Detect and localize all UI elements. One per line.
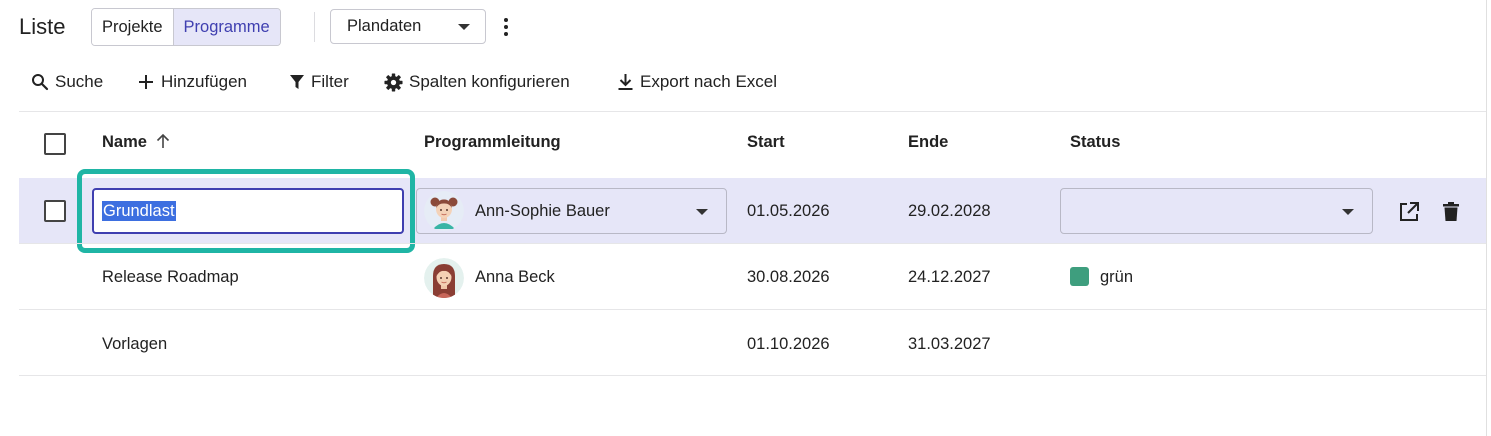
row-name[interactable]: Release Roadmap bbox=[102, 268, 239, 287]
plus-icon bbox=[139, 75, 153, 89]
avatar-anna-beck bbox=[424, 258, 464, 298]
chevron-down-icon bbox=[1342, 209, 1354, 215]
kebab-menu-icon[interactable] bbox=[499, 15, 513, 39]
column-header-lead[interactable]: Programmleitung bbox=[424, 133, 561, 152]
filter-label: Filter bbox=[311, 72, 349, 91]
row-end-date: 31.03.2027 bbox=[908, 335, 991, 353]
column-header-start[interactable]: Start bbox=[747, 133, 785, 152]
add-button[interactable]: Hinzufügen bbox=[137, 70, 247, 94]
row-divider bbox=[19, 309, 1486, 310]
search-label: Suche bbox=[55, 72, 104, 91]
export-excel-button[interactable]: Export nach Excel bbox=[617, 70, 777, 94]
segment-projekte[interactable]: Projekte bbox=[92, 9, 173, 45]
export-excel-label: Export nach Excel bbox=[640, 72, 778, 91]
column-header-name[interactable]: Name bbox=[102, 133, 170, 152]
view-select-value: Plandaten bbox=[347, 17, 422, 35]
name-edit-input[interactable]: Grundlast bbox=[92, 188, 404, 234]
status-color-swatch bbox=[1070, 267, 1089, 286]
row-divider bbox=[19, 375, 1486, 376]
add-label: Hinzufügen bbox=[161, 72, 248, 91]
chevron-down-icon bbox=[696, 209, 708, 215]
row-name[interactable]: Vorlagen bbox=[102, 335, 167, 354]
column-header-end[interactable]: Ende bbox=[908, 133, 948, 152]
header-divider bbox=[314, 12, 315, 42]
status-select[interactable] bbox=[1060, 188, 1373, 234]
avatar-ann-sophie-bauer bbox=[424, 191, 464, 231]
row-status: grün bbox=[1100, 268, 1134, 286]
row-end-date: 24.12.2027 bbox=[908, 268, 991, 286]
row-lead: Anna Beck bbox=[475, 268, 555, 286]
page-title: Liste bbox=[19, 14, 66, 39]
open-external-icon[interactable] bbox=[1398, 201, 1420, 223]
gear-icon bbox=[384, 72, 403, 92]
row-start-date: 01.10.2026 bbox=[747, 335, 830, 353]
row-checkbox[interactable] bbox=[44, 200, 66, 222]
row-lead: Ann-Sophie Bauer bbox=[475, 202, 610, 220]
row-divider bbox=[19, 243, 1486, 244]
column-header-status[interactable]: Status bbox=[1070, 133, 1120, 152]
right-divider bbox=[1486, 0, 1487, 436]
download-icon bbox=[618, 74, 633, 90]
chevron-down-icon bbox=[458, 24, 470, 30]
filter-icon bbox=[290, 75, 304, 89]
select-all-checkbox[interactable] bbox=[44, 133, 66, 155]
name-edit-selected-text: Grundlast bbox=[102, 201, 176, 221]
row-start-date: 01.05.2026 bbox=[747, 202, 830, 220]
row-end-date: 29.02.2028 bbox=[908, 202, 991, 220]
segment-programme[interactable]: Programme bbox=[172, 9, 280, 45]
search-icon bbox=[32, 74, 49, 91]
toolbar-divider bbox=[19, 111, 1486, 112]
configure-columns-label: Spalten konfigurieren bbox=[409, 72, 570, 91]
search-button[interactable]: Suche bbox=[31, 70, 103, 94]
configure-columns-button[interactable]: Spalten konfigurieren bbox=[384, 70, 570, 94]
row-start-date: 30.08.2026 bbox=[747, 268, 830, 286]
sort-arrow-up-icon bbox=[156, 133, 169, 148]
view-select[interactable]: Plandaten bbox=[330, 9, 486, 44]
filter-button[interactable]: Filter bbox=[289, 70, 349, 94]
trash-icon[interactable] bbox=[1442, 201, 1460, 223]
view-segmented-control: Projekte Programme bbox=[91, 8, 281, 46]
column-header-name-label: Name bbox=[102, 133, 147, 151]
